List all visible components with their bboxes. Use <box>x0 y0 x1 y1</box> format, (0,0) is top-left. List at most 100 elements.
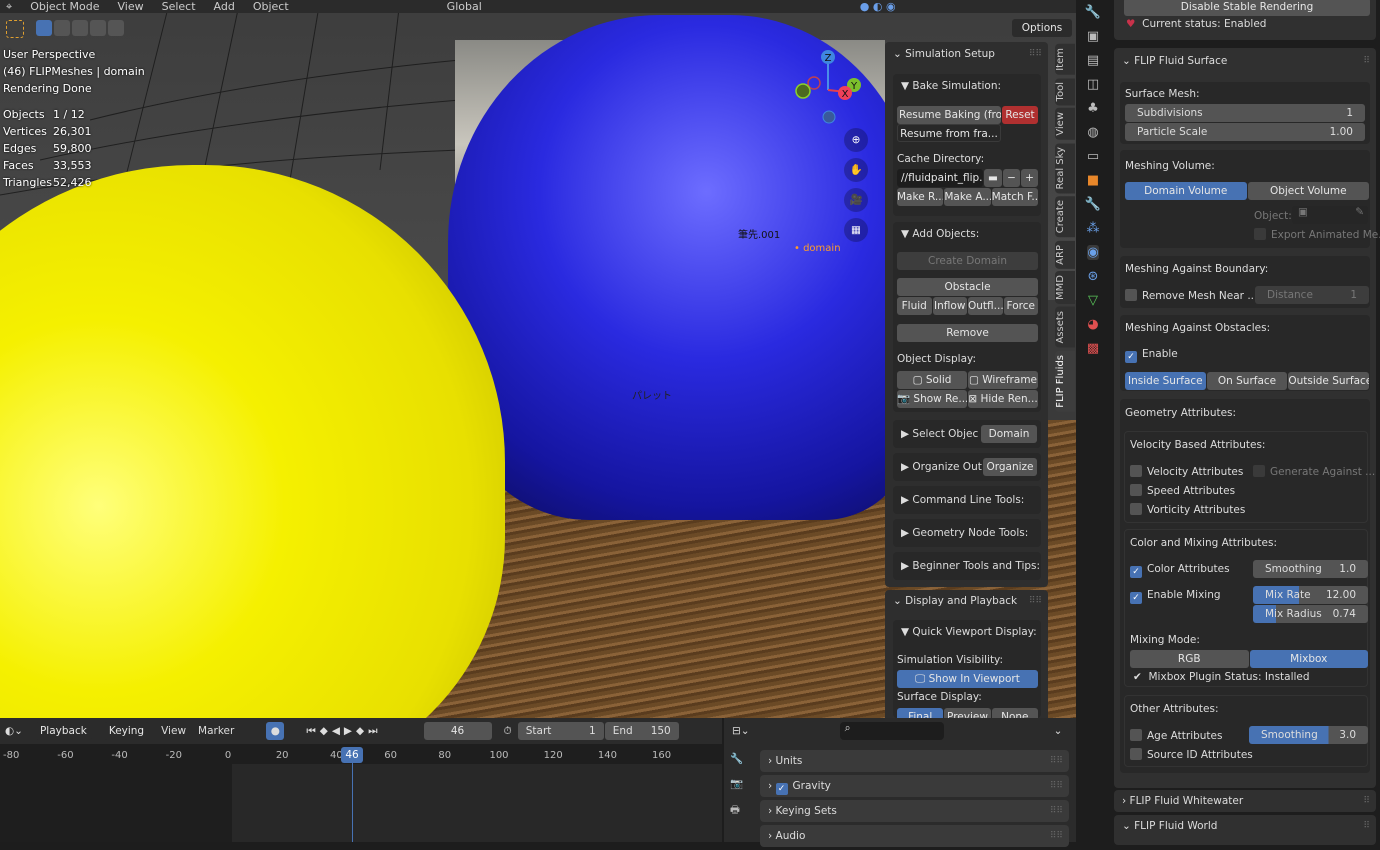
source-id-checkbox[interactable]: Source ID Attributes <box>1130 748 1253 761</box>
age-smoothing-slider[interactable]: Smoothing 3.0 <box>1249 726 1368 744</box>
material-icon[interactable]: ◕ <box>1087 317 1098 332</box>
simulation-setup-header[interactable]: ⌄ Simulation Setup ⠿⠿ <box>885 42 1048 66</box>
checkbox[interactable]: ✓ <box>1130 592 1142 604</box>
playhead-frame[interactable]: 46 <box>341 747 363 763</box>
gizmo-x[interactable]: X <box>842 89 849 100</box>
minus-button[interactable]: − <box>1003 169 1020 187</box>
output-icon[interactable]: ▤ <box>1087 53 1099 68</box>
editor-type-icon[interactable]: ⌖ <box>6 0 12 14</box>
remove-mesh-near-checkbox[interactable]: Remove Mesh Near ... <box>1125 289 1257 302</box>
color-attributes-checkbox[interactable]: ✓ Color Attributes <box>1130 563 1230 578</box>
menu-view[interactable]: View <box>118 0 144 13</box>
on-surface-button[interactable]: On Surface <box>1206 372 1288 390</box>
beginner-tools[interactable]: ▶ Beginner Tools and Tips: <box>893 552 1041 580</box>
export-animated-checkbox[interactable]: Export Animated Me... <box>1254 228 1380 241</box>
obstacle-button[interactable]: Obstacle <box>897 278 1038 296</box>
color-smoothing-field[interactable]: Smoothing 1.0 <box>1253 560 1368 578</box>
tool-icon[interactable]: 🔧 <box>730 752 743 765</box>
domain-button[interactable]: Domain <box>981 425 1037 443</box>
folder-icon[interactable]: ▬ <box>984 169 1002 187</box>
velocity-attributes-checkbox[interactable]: Velocity Attributes <box>1130 465 1243 478</box>
add-objects-title[interactable]: ▼ Add Objects: <box>893 222 1041 246</box>
enable-mixing-checkbox[interactable]: ✓ Enable Mixing <box>1130 589 1221 604</box>
select-tool-icon[interactable] <box>6 20 24 38</box>
render-icon[interactable]: 📷 <box>730 777 743 790</box>
sidebar-tab-tool[interactable]: Tool <box>1055 77 1075 106</box>
mixbox-mode-button[interactable]: Mixbox <box>1249 650 1368 668</box>
select-object-box[interactable]: ▶ Select Objec Domain <box>893 420 1041 448</box>
checkbox[interactable] <box>1130 748 1142 760</box>
gizmo-z[interactable]: Z <box>825 53 832 64</box>
geometry-node-tools[interactable]: ▶ Geometry Node Tools: <box>893 519 1041 547</box>
inside-surface-button[interactable]: Inside Surface <box>1125 372 1206 390</box>
sidebar-tab-flip-fluids[interactable]: FLIP Fluids <box>1055 350 1075 412</box>
tool-icon[interactable]: 🔧 <box>1085 5 1101 20</box>
editor-type-icon[interactable]: ⊟⌄ <box>732 725 750 737</box>
panel-units[interactable]: › Units ⠿⠿ <box>760 750 1069 772</box>
zoom-icon[interactable]: ⊕ <box>844 128 868 152</box>
checkbox[interactable] <box>1130 503 1142 515</box>
panel-keying-sets[interactable]: › Keying Sets ⠿⠿ <box>760 800 1069 822</box>
view-layer-icon[interactable]: ◫ <box>1087 77 1099 92</box>
reset-button[interactable]: Reset <box>1002 106 1038 124</box>
ortho-grid-icon[interactable]: ▦ <box>844 218 868 242</box>
command-line-tools[interactable]: ▶ Command Line Tools: <box>893 486 1041 514</box>
generate-against-checkbox[interactable]: Generate Against ... <box>1253 465 1375 478</box>
remove-button[interactable]: Remove <box>897 324 1038 342</box>
object-picker[interactable]: ▣ ✎ <box>1292 206 1368 224</box>
modifier-icon[interactable]: 🔧 <box>1085 197 1101 212</box>
checkbox[interactable] <box>1125 289 1137 301</box>
resume-baking-button[interactable]: Resume Baking (fro... <box>897 106 1001 124</box>
checkbox[interactable] <box>1130 465 1142 477</box>
display-playback-header[interactable]: ⌄ Display and Playback ⠿⠿ <box>885 590 1048 612</box>
collection-icon[interactable]: ▭ <box>1087 149 1099 164</box>
3d-viewport[interactable]: ⌖ Object Mode View Select Add Object Glo… <box>0 0 1076 718</box>
selection-mode-icons[interactable] <box>36 20 126 39</box>
menu-select[interactable]: Select <box>162 0 196 13</box>
cache-directory-input[interactable]: //fluidpaint_flip... <box>897 169 983 187</box>
sidebar-tab-real-sky[interactable]: Real Sky <box>1055 142 1075 194</box>
world-panel-header[interactable]: ⌄ FLIP Fluid World ⠿ <box>1114 815 1376 845</box>
particles-icon[interactable]: ⁂ <box>1087 221 1100 236</box>
render-icon[interactable]: ▣ <box>1087 29 1099 44</box>
plus-button[interactable]: + <box>1021 169 1038 187</box>
search-input[interactable]: ⌕ <box>839 722 944 740</box>
create-domain-button[interactable]: Create Domain <box>897 252 1038 270</box>
timeline-editor[interactable]: ◐⌄ Playback Keying View Marker ● ⏮◆◀▶◆⏭ … <box>0 718 722 842</box>
camera-icon[interactable]: 🎥 <box>844 188 868 212</box>
surface-final-button[interactable]: Final <box>897 708 944 718</box>
organize-button[interactable]: Organize <box>983 458 1037 476</box>
playhead-line[interactable] <box>352 756 353 842</box>
enable-checkbox[interactable]: ✓ Enable <box>1125 348 1178 363</box>
fluid-button[interactable]: Fluid <box>897 297 932 315</box>
surface-none-button[interactable]: None <box>991 708 1038 718</box>
checkbox[interactable]: ✓ <box>1130 566 1142 578</box>
disable-stable-rendering-button[interactable]: Disable Stable Rendering <box>1124 0 1370 16</box>
checkbox[interactable]: ✓ <box>1125 351 1137 363</box>
checkbox[interactable] <box>1253 465 1265 477</box>
object-icon[interactable]: ■ <box>1087 173 1099 188</box>
solid-button[interactable]: ▢ Solid <box>897 371 967 389</box>
constraints-icon[interactable]: ⊛ <box>1088 269 1099 284</box>
inflow-button[interactable]: Inflow <box>932 297 967 315</box>
domain-volume-button[interactable]: Domain Volume <box>1125 182 1247 200</box>
vorticity-attributes-checkbox[interactable]: Vorticity Attributes <box>1130 503 1245 516</box>
make-relative-button[interactable]: Make R... <box>897 188 944 206</box>
mix-radius-slider[interactable]: Mix Radius 0.74 <box>1253 605 1368 623</box>
options-chevron-icon[interactable]: ⌄ <box>1054 725 1063 737</box>
sidebar-tab-create[interactable]: Create <box>1055 196 1075 238</box>
options-dropdown[interactable]: Options <box>1012 19 1072 37</box>
data-icon[interactable]: ▽ <box>1088 293 1098 308</box>
force-button[interactable]: Force <box>1003 297 1038 315</box>
output-icon[interactable]: 🖶 <box>730 802 743 820</box>
whitewater-panel-header[interactable]: › FLIP Fluid Whitewater ⠿ <box>1114 790 1376 812</box>
subdivisions-field[interactable]: Subdivisions 1 <box>1125 104 1365 122</box>
outside-surface-button[interactable]: Outside Surface <box>1288 372 1370 390</box>
checkbox[interactable] <box>1130 484 1142 496</box>
checkbox[interactable] <box>1130 729 1142 741</box>
rgb-mode-button[interactable]: RGB <box>1130 650 1249 668</box>
organize-outliner-box[interactable]: ▶ Organize Out... Organize <box>893 453 1041 481</box>
match-filename-button[interactable]: Match F... <box>991 188 1038 206</box>
sidebar-tab-arp[interactable]: ARP <box>1055 240 1075 269</box>
make-absolute-button[interactable]: Make A... <box>944 188 991 206</box>
